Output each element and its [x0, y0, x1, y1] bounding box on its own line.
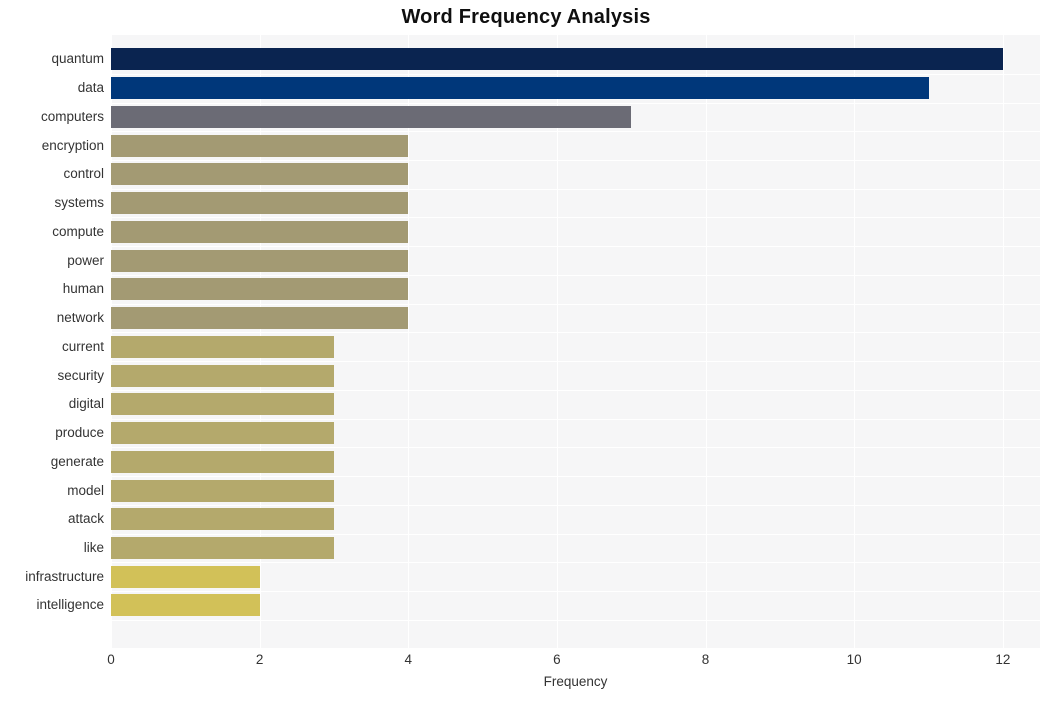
x-axis-tick-labels: 0 2 4 6 8 10 12 — [107, 652, 1040, 672]
row-gridline — [111, 562, 1040, 563]
bar — [111, 220, 409, 243]
y-tick-label: systems — [54, 195, 104, 211]
row-gridline — [111, 505, 1040, 506]
y-tick-label: intelligence — [36, 597, 104, 613]
y-tick-label: network — [56, 310, 104, 326]
chart-title: Word Frequency Analysis — [401, 6, 651, 28]
row-gridline — [111, 189, 1040, 190]
row-gridline — [111, 160, 1040, 161]
y-tick-label: infrastructure — [25, 568, 104, 584]
y-tick-label: attack — [67, 511, 104, 527]
x-tick-label: 8 — [701, 652, 710, 667]
bar — [111, 335, 334, 358]
row-gridline — [111, 246, 1040, 247]
row-gridline — [111, 534, 1040, 535]
x-tick-label: 6 — [553, 652, 561, 667]
y-tick-label: current — [61, 338, 104, 354]
row-gridline — [111, 275, 1040, 276]
y-tick-label: compute — [52, 223, 104, 239]
bar — [111, 192, 409, 215]
x-tick-label: 2 — [255, 652, 264, 667]
y-tick-label: encryption — [41, 137, 104, 153]
bar — [111, 307, 409, 330]
row-gridline — [111, 103, 1040, 104]
row-gridline — [111, 361, 1040, 362]
y-tick-label: digital — [68, 396, 104, 412]
bar — [111, 508, 334, 531]
row-gridline — [111, 447, 1040, 448]
y-tick-label: like — [83, 539, 104, 555]
bar — [111, 393, 334, 416]
bar — [111, 48, 1003, 71]
y-tick-label: computers — [40, 108, 104, 124]
y-tick-label: produce — [55, 425, 104, 441]
x-tick-label: 0 — [107, 652, 115, 667]
x-axis-label: Frequency — [543, 674, 608, 689]
row-gridline — [111, 74, 1040, 75]
y-tick-label: power — [67, 252, 104, 268]
row-gridline — [111, 620, 1040, 621]
y-tick-label: security — [57, 367, 104, 383]
x-tick-label: 10 — [846, 652, 862, 667]
bar — [111, 479, 334, 502]
bar — [111, 163, 409, 186]
y-tick-label: quantum — [51, 51, 104, 67]
y-tick-label: generate — [50, 453, 104, 469]
bar — [111, 422, 334, 445]
row-gridline — [111, 476, 1040, 477]
row-gridline — [111, 591, 1040, 592]
row-gridline — [111, 332, 1040, 333]
row-gridline — [111, 419, 1040, 420]
x-tick-label: 12 — [995, 652, 1011, 667]
y-tick-label: human — [62, 281, 104, 297]
bar — [111, 594, 260, 617]
y-tick-label: control — [63, 166, 104, 182]
bar — [111, 364, 334, 387]
row-gridline — [111, 304, 1040, 305]
x-gridline — [705, 35, 707, 648]
bar — [111, 536, 334, 559]
row-gridline — [111, 217, 1040, 218]
bar — [111, 450, 334, 473]
bar — [111, 134, 409, 157]
bar — [111, 278, 409, 301]
x-gridline — [854, 35, 856, 648]
bar — [111, 249, 409, 272]
bar — [111, 105, 632, 128]
plot-area — [111, 35, 1040, 648]
y-axis-tick-labels: quantum data computers encryption control sys… — [0, 35, 104, 648]
chart-figure: Word Frequency Analysis quantum data compu… — [0, 0, 1052, 701]
row-gridline — [111, 390, 1040, 391]
bar — [111, 77, 929, 100]
y-tick-label: model — [67, 482, 104, 498]
row-gridline — [111, 131, 1040, 132]
y-tick-label: data — [77, 80, 104, 96]
x-gridline — [1002, 35, 1004, 648]
bar — [111, 565, 260, 588]
x-tick-label: 4 — [404, 652, 413, 667]
